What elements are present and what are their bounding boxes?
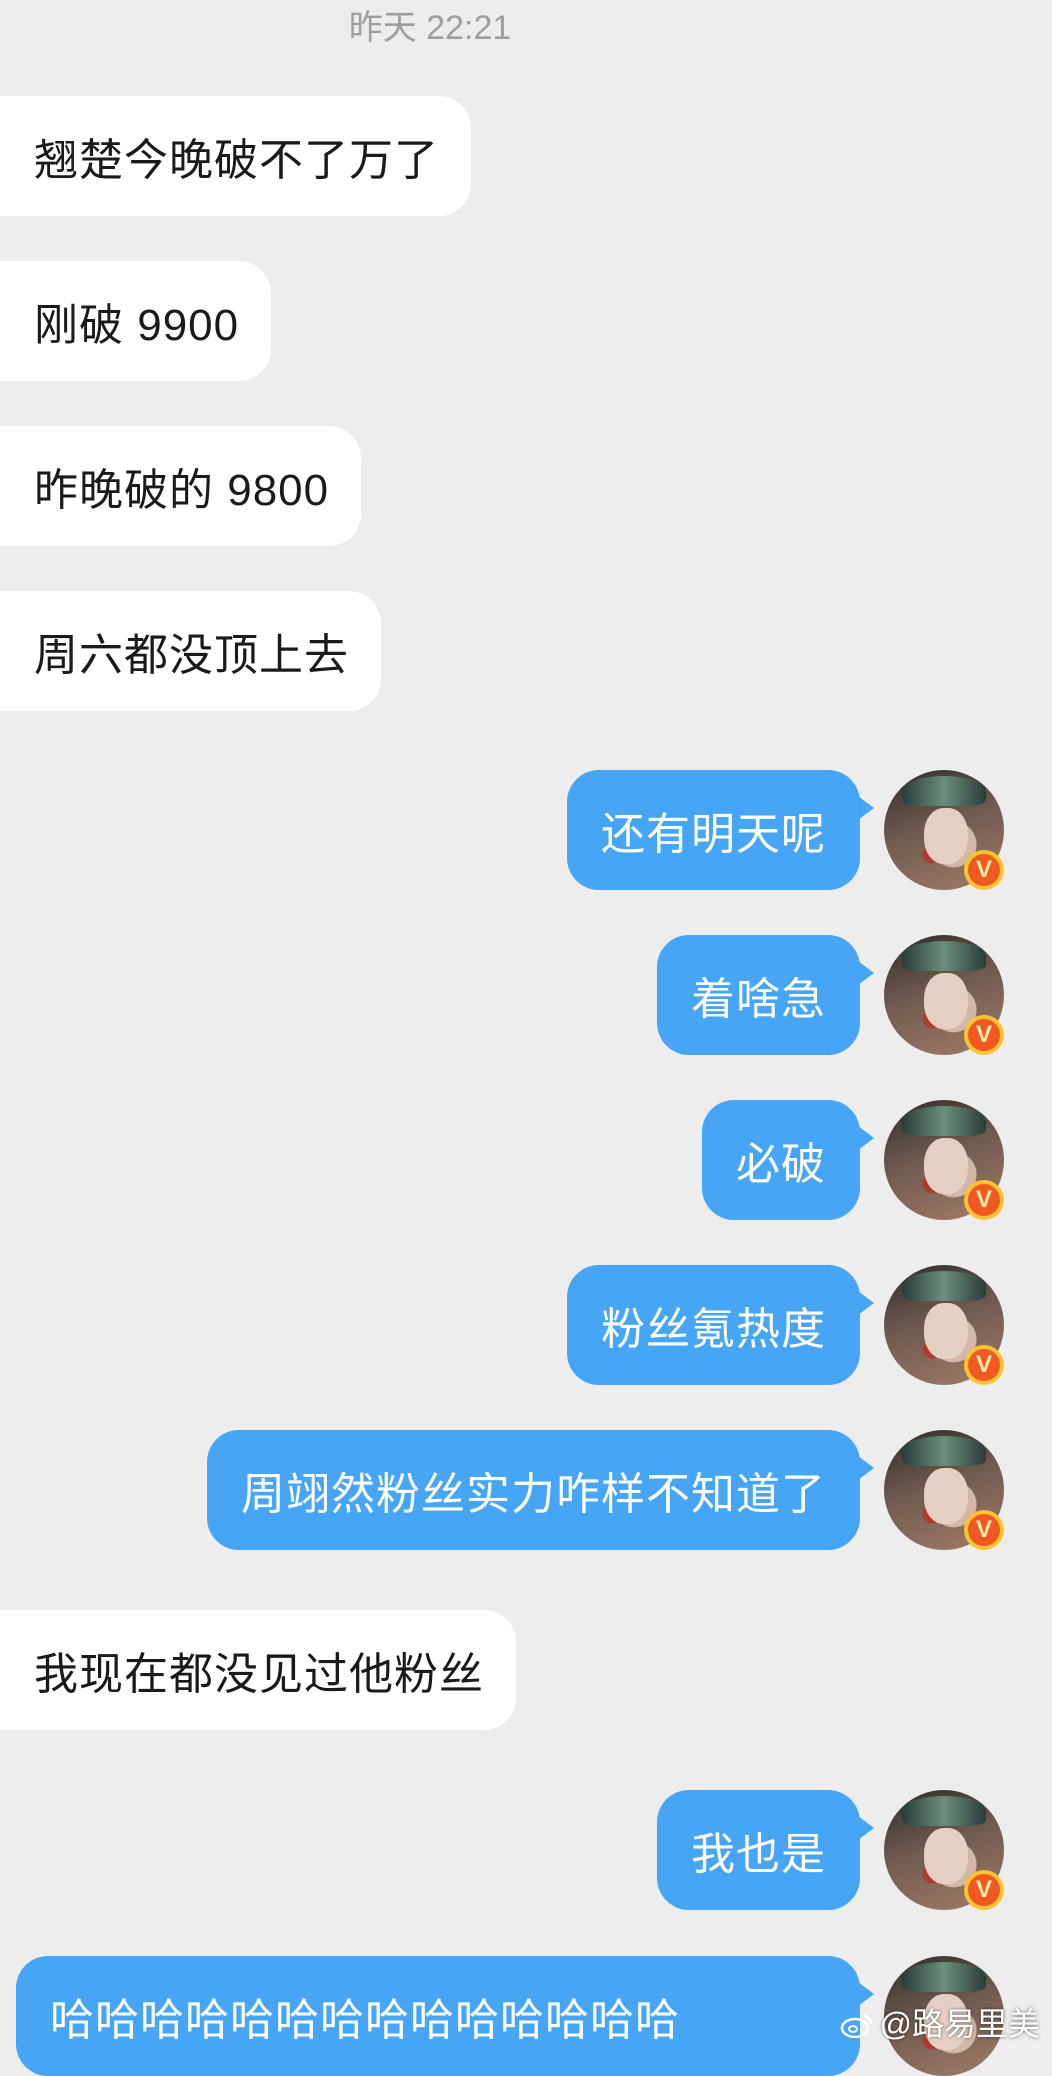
message-bubble-outgoing[interactable]: 粉丝氪热度 bbox=[567, 1265, 874, 1385]
message-bubble-incoming[interactable]: 刚破 9900 bbox=[0, 261, 272, 381]
verified-badge-icon: V bbox=[964, 1015, 1004, 1055]
message-bubble-outgoing[interactable]: 必破 bbox=[702, 1100, 874, 1220]
user-avatar[interactable]: V bbox=[884, 1265, 1004, 1385]
user-avatar[interactable]: V bbox=[884, 1430, 1004, 1550]
user-avatar[interactable]: V bbox=[884, 1790, 1004, 1910]
message-bubble-outgoing[interactable]: 哈哈哈哈哈哈哈哈哈哈哈哈哈哈 bbox=[16, 1956, 874, 2076]
user-avatar[interactable]: V bbox=[884, 1100, 1004, 1220]
watermark-text: @路易里美 bbox=[879, 2006, 1041, 2042]
weibo-watermark: @路易里美 bbox=[840, 1999, 1041, 2045]
message-bubble-incoming[interactable]: 昨晚破的 9800 bbox=[0, 426, 362, 546]
weibo-logo-icon bbox=[840, 2009, 874, 2039]
message-bubble-outgoing[interactable]: 着啥急 bbox=[657, 935, 874, 1055]
verified-badge-icon: V bbox=[964, 1510, 1004, 1550]
message-bubble-incoming[interactable]: 翘楚今晚破不了万了 bbox=[0, 96, 471, 216]
verified-badge-icon: V bbox=[964, 1345, 1004, 1385]
message-bubble-outgoing[interactable]: 还有明天呢 bbox=[567, 770, 874, 890]
chat-timestamp: 昨天 22:21 bbox=[348, 9, 512, 47]
user-avatar[interactable]: V bbox=[884, 770, 1004, 890]
user-avatar[interactable]: V bbox=[884, 935, 1004, 1055]
verified-badge-icon: V bbox=[964, 850, 1004, 890]
message-bubble-incoming[interactable]: 我现在都没见过他粉丝 bbox=[0, 1610, 516, 1730]
message-bubble-incoming[interactable]: 周六都没顶上去 bbox=[0, 591, 381, 711]
message-bubble-outgoing[interactable]: 周翊然粉丝实力咋样不知道了 bbox=[207, 1430, 874, 1550]
verified-badge-icon: V bbox=[964, 1180, 1004, 1220]
message-bubble-outgoing[interactable]: 我也是 bbox=[657, 1790, 874, 1910]
verified-badge-icon: V bbox=[964, 1870, 1004, 1910]
